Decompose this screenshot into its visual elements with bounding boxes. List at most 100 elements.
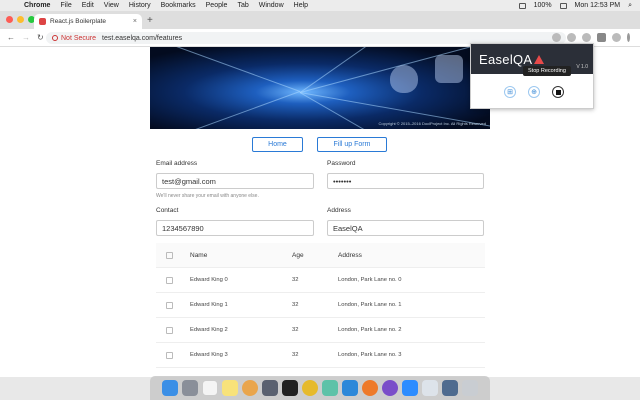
browser-tab[interactable]: React.js Boilerplate × bbox=[34, 14, 142, 29]
chrome-icon[interactable] bbox=[302, 380, 318, 396]
preferences-icon[interactable] bbox=[262, 380, 278, 396]
menu-edit[interactable]: Edit bbox=[82, 2, 94, 9]
not-secure-label[interactable]: Not Secure bbox=[61, 35, 96, 42]
more-menu-icon[interactable] bbox=[627, 33, 630, 42]
banner-ray bbox=[150, 91, 300, 129]
cell-age: 32 bbox=[292, 277, 299, 283]
email-hint: We'll never share your email with anyone… bbox=[156, 193, 259, 199]
downloads-icon[interactable] bbox=[442, 380, 458, 396]
cell-name: Edward King 2 bbox=[190, 327, 228, 333]
profile-avatar[interactable] bbox=[612, 33, 621, 42]
wifi-icon[interactable] bbox=[518, 2, 526, 9]
column-header-age[interactable]: Age bbox=[292, 252, 338, 259]
password-label: Password bbox=[327, 160, 356, 167]
row-checkbox[interactable] bbox=[166, 301, 173, 309]
menubar-clock[interactable]: Mon 12:53 PM bbox=[575, 2, 621, 9]
grid-icon[interactable]: ⊞ bbox=[504, 86, 516, 98]
menu-bookmarks[interactable]: Bookmarks bbox=[161, 2, 196, 9]
macos-menubar: Chrome File Edit View History Bookmarks … bbox=[0, 0, 640, 11]
stop-recording-tooltip: Stop Recording bbox=[523, 66, 571, 76]
extensions-area bbox=[552, 33, 630, 42]
notes-icon[interactable] bbox=[222, 380, 238, 396]
preview-icon[interactable] bbox=[422, 380, 438, 396]
email-label: Email address bbox=[156, 160, 198, 167]
bookmark-star-icon[interactable] bbox=[567, 33, 576, 42]
easelqa-extension-icon[interactable] bbox=[582, 33, 591, 42]
tab-title: React.js Boilerplate bbox=[50, 18, 106, 25]
back-icon[interactable]: ← bbox=[7, 33, 15, 42]
warning-icon[interactable] bbox=[52, 35, 58, 41]
easelqa-popup: EaselQA V 1.0 Stop Recording ⊞ ⊕ bbox=[470, 43, 594, 109]
firefox-icon[interactable] bbox=[362, 380, 378, 396]
menu-view[interactable]: View bbox=[104, 2, 119, 9]
trash-icon[interactable] bbox=[462, 380, 478, 396]
new-tab-icon[interactable]: + bbox=[147, 15, 153, 26]
fill-up-form-button[interactable]: Fill up Form bbox=[317, 137, 387, 152]
menu-people[interactable]: People bbox=[206, 2, 228, 9]
slack-icon[interactable] bbox=[322, 380, 338, 396]
firefox-dev-icon[interactable] bbox=[382, 380, 398, 396]
cell-age: 32 bbox=[292, 302, 299, 308]
key-icon[interactable] bbox=[552, 33, 561, 42]
stop-icon bbox=[555, 89, 561, 95]
menu-help[interactable]: Help bbox=[294, 2, 308, 9]
android-logo-icon bbox=[435, 55, 463, 83]
close-tab-icon[interactable]: × bbox=[133, 18, 137, 25]
url-text[interactable]: test.easelqa.com/features bbox=[102, 35, 182, 42]
cell-address: London, Park Lane no. 1 bbox=[338, 302, 402, 308]
photos-icon[interactable] bbox=[242, 380, 258, 396]
cell-address: London, Park Lane no. 0 bbox=[338, 277, 402, 283]
calendar-icon[interactable] bbox=[202, 380, 218, 396]
apple-logo-icon bbox=[390, 65, 418, 93]
minimize-window-icon[interactable] bbox=[17, 16, 24, 23]
cell-address: London, Park Lane no. 2 bbox=[338, 327, 402, 333]
contact-label: Contact bbox=[156, 207, 179, 214]
terminal-icon[interactable] bbox=[282, 380, 298, 396]
data-table: Name Age Address Edward King 0 32 London… bbox=[156, 243, 485, 368]
menu-window[interactable]: Window bbox=[259, 2, 284, 9]
macos-dock bbox=[150, 376, 490, 400]
menu-app-name[interactable]: Chrome bbox=[24, 2, 50, 9]
table-row[interactable]: Edward King 0 32 London, Park Lane no. 0 bbox=[156, 268, 485, 293]
vscode-icon[interactable] bbox=[342, 380, 358, 396]
cell-age: 32 bbox=[292, 352, 299, 358]
row-checkbox[interactable] bbox=[166, 326, 173, 334]
row-checkbox[interactable] bbox=[166, 276, 173, 284]
email-field[interactable]: test@gmail.com bbox=[156, 173, 314, 189]
select-all-checkbox[interactable] bbox=[166, 251, 173, 259]
table-row[interactable]: Edward King 2 32 London, Park Lane no. 2 bbox=[156, 318, 485, 343]
menu-tab[interactable]: Tab bbox=[237, 2, 248, 9]
password-field[interactable]: ••••••• bbox=[327, 173, 484, 189]
target-icon[interactable]: ⊕ bbox=[528, 86, 540, 98]
easelqa-logo-icon bbox=[534, 54, 545, 64]
forward-icon[interactable]: → bbox=[22, 33, 30, 42]
column-header-address[interactable]: Address bbox=[338, 252, 362, 259]
finder-icon[interactable] bbox=[162, 380, 178, 396]
row-checkbox[interactable] bbox=[166, 351, 173, 359]
zoom-icon[interactable] bbox=[402, 380, 418, 396]
favicon-icon bbox=[39, 18, 46, 25]
stop-recording-button[interactable] bbox=[552, 86, 564, 98]
launchpad-icon[interactable] bbox=[182, 380, 198, 396]
extension-icon[interactable] bbox=[597, 33, 606, 42]
battery-icon[interactable] bbox=[559, 2, 567, 9]
popup-version: V 1.0 bbox=[576, 64, 588, 70]
menu-file[interactable]: File bbox=[60, 2, 71, 9]
contact-field[interactable]: 1234567890 bbox=[156, 220, 314, 236]
cell-name: Edward King 0 bbox=[190, 277, 228, 283]
search-icon[interactable]: ⌕ bbox=[628, 2, 632, 10]
table-row[interactable]: Edward King 3 32 London, Park Lane no. 3 bbox=[156, 343, 485, 368]
address-label: Address bbox=[327, 207, 351, 214]
battery-percent[interactable]: 100% bbox=[534, 2, 552, 9]
address-field[interactable]: EaselQA bbox=[327, 220, 484, 236]
home-button[interactable]: Home bbox=[252, 137, 303, 152]
menu-history[interactable]: History bbox=[129, 2, 151, 9]
reload-icon[interactable]: ↻ bbox=[37, 33, 44, 42]
banner-ray bbox=[150, 47, 301, 93]
column-header-name[interactable]: Name bbox=[190, 252, 292, 259]
table-header: Name Age Address bbox=[156, 243, 485, 268]
banner-copyright: Copyright © 2015–2016 DoclProject Inc. A… bbox=[378, 121, 486, 126]
table-row[interactable]: Edward King 1 32 London, Park Lane no. 1 bbox=[156, 293, 485, 318]
close-window-icon[interactable] bbox=[6, 16, 13, 23]
cell-address: London, Park Lane no. 3 bbox=[338, 352, 402, 358]
